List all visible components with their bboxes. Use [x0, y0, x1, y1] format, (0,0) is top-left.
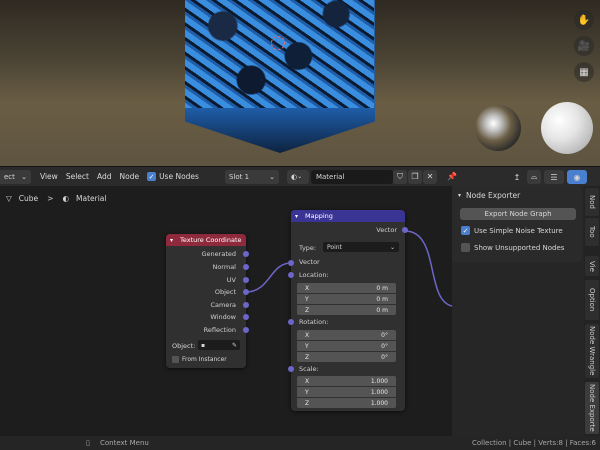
axis-label: Y — [305, 342, 309, 350]
type-dropdown[interactable]: Point ⌄ — [323, 242, 399, 252]
node-header[interactable]: ▾ Texture Coordinate — [166, 234, 246, 246]
location-y[interactable]: Y 0 m — [297, 294, 396, 304]
socket-window[interactable] — [243, 314, 249, 320]
value: 1.000 — [370, 377, 388, 385]
scale-y[interactable]: Y 1.000 — [297, 387, 396, 397]
status-bar: ▯ Context Menu Collection | Cube | Verts… — [0, 436, 600, 450]
checkbox-icon — [172, 356, 179, 363]
sidebar-tabs: Nod Too Vie Option Node Wrangle Node Exp… — [584, 186, 600, 436]
export-node-graph-button[interactable]: Export Node Graph — [460, 208, 576, 220]
eyedropper-icon[interactable]: ✎ — [232, 342, 237, 349]
axis-label: Y — [305, 295, 309, 303]
axis-label: X — [305, 377, 310, 385]
node-exporter-panel: ▾ Node Exporter Export Node Graph ✓ Use … — [452, 186, 582, 262]
tab-options[interactable]: Option — [585, 280, 599, 320]
axis-label: Z — [305, 306, 310, 314]
axis-label: X — [305, 284, 310, 292]
output-normal: Normal — [212, 263, 236, 271]
object-label: Object: — [172, 342, 196, 350]
type-value: Point — [327, 243, 342, 251]
axis-label: Y — [305, 388, 309, 396]
value: 1.000 — [370, 399, 388, 407]
value: 0 m — [376, 284, 388, 292]
mouse-right-icon: ▯ — [86, 439, 90, 447]
value: 0° — [381, 353, 388, 361]
output-object: Object — [214, 288, 236, 296]
from-instancer-checkbox[interactable]: From Instancer — [172, 356, 227, 363]
texture-coordinate-node[interactable]: ▾ Texture Coordinate Generated Normal UV… — [166, 234, 249, 368]
tab-tool[interactable]: Too — [585, 218, 599, 246]
simple-noise-checkbox[interactable]: ✓ Use Simple Noise Texture — [461, 226, 563, 235]
socket-generated[interactable] — [243, 251, 249, 257]
tab-node[interactable]: Nod — [585, 188, 599, 216]
socket-camera[interactable] — [243, 302, 249, 308]
chevron-down-icon: ▾ — [170, 236, 174, 244]
link-object-to-vector — [245, 262, 292, 293]
output-reflection: Reflection — [203, 326, 236, 334]
scale-label: Scale: — [299, 365, 319, 373]
socket-location[interactable] — [288, 272, 294, 278]
socket-reflection[interactable] — [243, 327, 249, 333]
context-menu-hint: Context Menu — [100, 439, 149, 447]
location-z[interactable]: Z 0 m — [297, 305, 396, 315]
output-vector: Vector — [376, 226, 397, 234]
axis-label: Z — [305, 353, 310, 361]
chevron-down-icon: ▾ — [295, 212, 299, 220]
output-generated: Generated — [201, 250, 236, 258]
output-window: Window — [210, 313, 236, 321]
input-vector: Vector — [299, 258, 320, 266]
panel-title: Node Exporter — [466, 191, 521, 200]
type-label: Type: — [299, 244, 317, 252]
value: 0 m — [376, 306, 388, 314]
output-camera: Camera — [210, 301, 236, 309]
location-x[interactable]: X 0 m — [297, 283, 396, 293]
rotation-y[interactable]: Y 0° — [297, 341, 396, 351]
checkmark-icon: ✓ — [461, 226, 470, 235]
socket-rotation[interactable] — [288, 319, 294, 325]
from-instancer-label: From Instancer — [182, 356, 227, 363]
output-uv: UV — [226, 276, 236, 284]
node-title: Texture Coordinate — [180, 236, 242, 244]
node-title: Mapping — [305, 212, 333, 220]
tab-view[interactable]: Vie — [585, 256, 599, 276]
checkbox-icon — [461, 243, 470, 252]
socket-object[interactable] — [243, 289, 249, 295]
value: 0 m — [376, 295, 388, 303]
location-label: Location: — [299, 271, 329, 279]
scene-stats: Collection | Cube | Verts:8 | Faces:6 — [471, 439, 596, 447]
scale-z[interactable]: Z 1.000 — [297, 398, 396, 408]
value: 0° — [381, 331, 388, 339]
value: 0° — [381, 342, 388, 350]
tab-node-wrangler[interactable]: Node Wrangle — [585, 324, 599, 378]
show-unsupported-checkbox[interactable]: Show Unsupported Nodes — [461, 243, 564, 252]
show-unsupported-label: Show Unsupported Nodes — [474, 243, 565, 252]
socket-normal[interactable] — [243, 264, 249, 270]
tab-node-exporter[interactable]: Node Exporte — [585, 382, 599, 434]
rotation-x[interactable]: X 0° — [297, 330, 396, 340]
scale-x[interactable]: X 1.000 — [297, 376, 396, 386]
socket-uv[interactable] — [243, 277, 249, 283]
simple-noise-label: Use Simple Noise Texture — [474, 226, 563, 235]
axis-label: Z — [305, 399, 310, 407]
socket-scale[interactable] — [288, 366, 294, 372]
rotation-z[interactable]: Z 0° — [297, 352, 396, 362]
object-swatch-icon: ▪ — [201, 341, 206, 349]
socket-vector-in[interactable] — [288, 260, 294, 266]
chevron-down-icon: ▾ — [458, 192, 462, 199]
socket-vector-out[interactable] — [402, 227, 408, 233]
object-field[interactable]: ▪ ✎ — [198, 340, 240, 350]
panel-header[interactable]: ▾ Node Exporter — [458, 191, 520, 200]
rotation-label: Rotation: — [299, 318, 329, 326]
chevron-down-icon: ⌄ — [389, 243, 395, 251]
axis-label: X — [305, 331, 310, 339]
link-vector-out — [404, 230, 453, 307]
mapping-node[interactable]: ▾ Mapping Vector Type: Point ⌄ Vector Loc… — [288, 210, 408, 411]
value: 1.000 — [370, 388, 388, 396]
node-header[interactable]: ▾ Mapping — [291, 210, 405, 222]
